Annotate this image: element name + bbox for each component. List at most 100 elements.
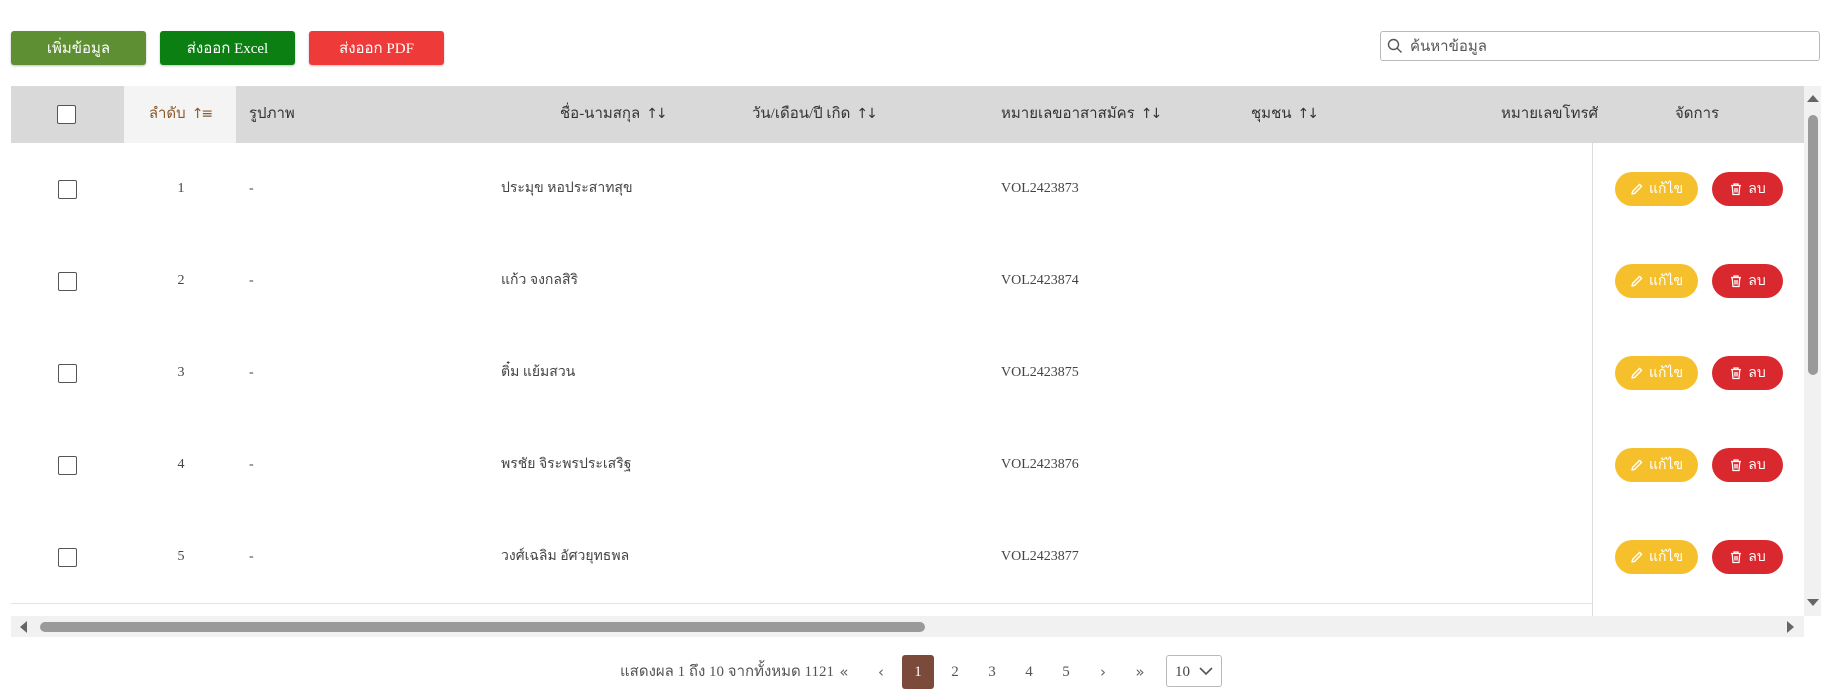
actions-column: แก้ไข ลบ แก้ไข ลบ แก้ไข ลบ แก้ไข ลบ แก้ไ… — [1592, 143, 1804, 616]
edit-button[interactable]: แก้ไข — [1615, 356, 1698, 390]
export-excel-button[interactable]: ส่งออก Excel — [160, 31, 295, 65]
row-checkbox[interactable] — [58, 272, 77, 291]
sort-icon: ↑↓ — [646, 106, 668, 122]
page-button-5[interactable]: 5 — [1050, 655, 1082, 689]
column-header-name[interactable]: ชื่อ-นามสกุล ↑↓ — [560, 86, 668, 143]
trash-icon — [1731, 183, 1742, 196]
table-row: 4 - พรชัย จิระพรประเสริฐ VOL2423876 — [11, 419, 1804, 512]
row-actions: แก้ไข ลบ — [1593, 419, 1804, 511]
first-page-button[interactable]: « — [828, 655, 860, 689]
horizontal-scroll-thumb[interactable] — [40, 622, 925, 632]
column-header-volunteer-no[interactable]: หมายเลขอาสาสมัคร ↑↓ — [1001, 86, 1163, 143]
column-header-community[interactable]: ชุมชน ↑↓ — [1251, 86, 1320, 143]
search-icon — [1387, 38, 1402, 53]
column-header-birthdate[interactable]: วัน/เดือน/ปี เกิด ↑↓ — [752, 86, 878, 143]
sort-icon: ↑↓ — [1140, 106, 1163, 122]
trash-icon — [1731, 275, 1742, 288]
cell-name: วงศ์เฉลิม อัศวยุทธพล — [501, 549, 630, 564]
horizontal-scrollbar[interactable] — [11, 616, 1804, 637]
trash-icon — [1731, 367, 1742, 380]
cell-photo: - — [249, 365, 254, 380]
page-button-3[interactable]: 3 — [976, 655, 1008, 689]
cell-photo: - — [249, 273, 254, 288]
trash-icon — [1731, 459, 1742, 472]
chevron-down-icon — [1199, 667, 1213, 676]
vertical-scrollbar[interactable] — [1804, 86, 1821, 616]
row-actions: แก้ไข ลบ — [1593, 143, 1804, 235]
cell-name: ประมุข หอประสาทสุข — [501, 181, 633, 196]
delete-button[interactable]: ลบ — [1712, 356, 1783, 390]
page-button-2[interactable]: 2 — [939, 655, 971, 689]
column-header-index[interactable]: ลำดับ ↑≡ — [124, 86, 236, 143]
cell-photo: - — [249, 181, 254, 196]
cell-index: 5 — [177, 549, 185, 564]
cell-name: ติ๋ม แย้มสวน — [501, 365, 576, 380]
cell-index: 2 — [177, 273, 185, 288]
edit-button[interactable]: แก้ไข — [1615, 264, 1698, 298]
sort-icon: ↑↓ — [856, 106, 878, 122]
cell-volunteer-no: VOL2423873 — [1001, 181, 1079, 196]
table-row: 5 - วงศ์เฉลิม อัศวยุทธพล VOL2423877 — [11, 511, 1804, 604]
column-header-photo: รูปภาพ — [249, 106, 295, 122]
sort-icon: ↑↓ — [1297, 106, 1320, 122]
cell-photo: - — [249, 549, 254, 564]
pencil-icon — [1631, 459, 1643, 471]
row-actions: แก้ไข ลบ — [1593, 327, 1804, 419]
trash-icon — [1731, 551, 1742, 564]
next-page-button[interactable]: › — [1087, 655, 1119, 689]
cell-name: พรชัย จิระพรประเสริฐ — [501, 457, 632, 472]
edit-button[interactable]: แก้ไข — [1615, 172, 1698, 206]
cell-index: 3 — [177, 365, 185, 380]
scroll-left-icon[interactable] — [20, 621, 27, 633]
page-button-4[interactable]: 4 — [1013, 655, 1045, 689]
table-row: 2 - แก้ว จงกลสิริ VOL2423874 — [11, 235, 1804, 328]
row-checkbox[interactable] — [58, 456, 77, 475]
pencil-icon — [1631, 183, 1643, 195]
delete-button[interactable]: ลบ — [1712, 172, 1783, 206]
table-row: 1 - ประมุข หอประสาทสุข VOL2423873 — [11, 143, 1804, 236]
scroll-right-icon[interactable] — [1787, 621, 1794, 633]
add-data-button[interactable]: เพิ่มข้อมูล — [11, 31, 146, 65]
pencil-icon — [1631, 367, 1643, 379]
cell-volunteer-no: VOL2423876 — [1001, 457, 1079, 472]
prev-page-button[interactable]: ‹ — [865, 655, 897, 689]
edit-button[interactable]: แก้ไข — [1615, 540, 1698, 574]
row-checkbox[interactable] — [58, 180, 77, 199]
cell-index: 1 — [177, 181, 185, 196]
page-button-1[interactable]: 1 — [902, 655, 934, 689]
row-actions: แก้ไข ลบ — [1593, 511, 1804, 603]
delete-button[interactable]: ลบ — [1712, 448, 1783, 482]
scroll-up-icon[interactable] — [1807, 95, 1819, 102]
table-row: 3 - ติ๋ม แย้มสวน VOL2423875 — [11, 327, 1804, 420]
cell-volunteer-no: VOL2423875 — [1001, 365, 1079, 380]
edit-button[interactable]: แก้ไข — [1615, 448, 1698, 482]
export-pdf-button[interactable]: ส่งออก PDF — [309, 31, 444, 65]
data-table: ลำดับ ↑≡ รูปภาพ ชื่อ-นามสกุล ↑↓ วัน/เดือน/… — [11, 86, 1804, 616]
cell-name: แก้ว จงกลสิริ — [501, 273, 579, 288]
pagination-info: แสดงผล 1 ถึง 10 จากทั้งหมด 1121 — [620, 664, 834, 680]
cell-volunteer-no: VOL2423877 — [1001, 549, 1079, 564]
cell-photo: - — [249, 457, 254, 472]
pencil-icon — [1631, 551, 1643, 563]
column-header-phone[interactable]: หมายเลขโทรศั — [1501, 86, 1598, 143]
select-all-checkbox[interactable] — [57, 105, 76, 124]
pencil-icon — [1631, 275, 1643, 287]
pagination: แสดงผล 1 ถึง 10 จากทั้งหมด 1121 « ‹ 1 2 … — [0, 655, 1832, 689]
cell-volunteer-no: VOL2423874 — [1001, 273, 1079, 288]
row-checkbox[interactable] — [58, 364, 77, 383]
search-input[interactable] — [1408, 35, 1812, 59]
search-box — [1380, 31, 1820, 61]
cell-index: 4 — [177, 457, 185, 472]
scroll-down-icon[interactable] — [1807, 599, 1819, 606]
page-size-select[interactable]: 10 — [1166, 655, 1222, 687]
table-header: ลำดับ ↑≡ รูปภาพ ชื่อ-นามสกุล ↑↓ วัน/เดือน/… — [11, 86, 1804, 143]
column-header-actions: จัดการ — [1675, 106, 1720, 122]
sort-asc-icon: ↑≡ — [191, 106, 214, 122]
row-checkbox[interactable] — [58, 548, 77, 567]
toolbar: เพิ่มข้อมูล ส่งออก Excel ส่งออก PDF — [11, 31, 444, 65]
row-actions: แก้ไข ลบ — [1593, 235, 1804, 327]
delete-button[interactable]: ลบ — [1712, 540, 1783, 574]
delete-button[interactable]: ลบ — [1712, 264, 1783, 298]
vertical-scroll-thumb[interactable] — [1808, 115, 1818, 375]
last-page-button[interactable]: » — [1124, 655, 1156, 689]
